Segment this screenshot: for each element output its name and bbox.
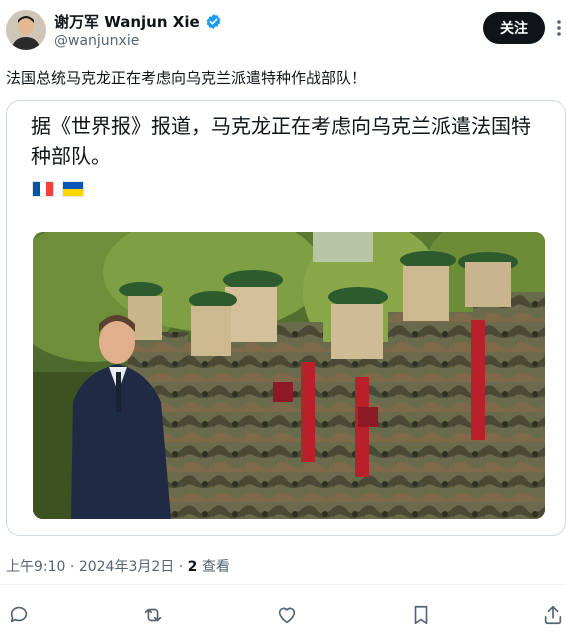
quoted-card[interactable]: 据《世界报》报道，马克龙正在考虑向乌克兰派遣法国特种部队。 xyxy=(6,100,566,536)
ellipsis-icon[interactable] xyxy=(552,18,566,38)
ukraine-flag-icon xyxy=(62,181,84,197)
action-bar xyxy=(0,600,566,632)
meta-separator: · xyxy=(174,559,188,575)
tweet-date[interactable]: 2024年3月2日 xyxy=(79,559,174,575)
avatar[interactable] xyxy=(6,10,46,50)
tweet-time[interactable]: 上午9:10 xyxy=(6,559,65,575)
like-icon[interactable] xyxy=(276,604,300,628)
tweet-header: 谢万军 Wanjun Xie @wanjunxie 关注 xyxy=(0,0,566,60)
follow-button[interactable]: 关注 xyxy=(483,12,545,44)
author-name-row[interactable]: 谢万军 Wanjun Xie xyxy=(54,11,222,32)
views-label: 查看 xyxy=(197,559,230,575)
france-flag-icon xyxy=(32,181,54,197)
card-photo[interactable] xyxy=(33,232,545,519)
divider xyxy=(0,584,566,585)
share-icon[interactable] xyxy=(542,604,566,628)
verified-badge-icon xyxy=(206,14,220,29)
meta-separator: · xyxy=(65,559,79,575)
flag-row xyxy=(32,181,84,197)
display-name[interactable]: 谢万军 Wanjun Xie xyxy=(54,11,200,32)
bookmark-icon[interactable] xyxy=(410,604,434,628)
author-handle[interactable]: @wanjunxie xyxy=(54,33,139,49)
tweet-text: 法国总统马克龙正在考虑向乌克兰派遣特种作战部队！ xyxy=(6,69,367,87)
card-text: 据《世界报》报道，马克龙正在考虑向乌克兰派遣法国特种部队。 xyxy=(31,114,531,168)
repost-icon[interactable] xyxy=(142,604,166,628)
reply-icon[interactable] xyxy=(8,604,32,628)
views-count: 2 xyxy=(187,559,198,575)
tweet-meta: 上午9:10 · 2024年3月2日 · 2 查看 xyxy=(6,556,230,576)
